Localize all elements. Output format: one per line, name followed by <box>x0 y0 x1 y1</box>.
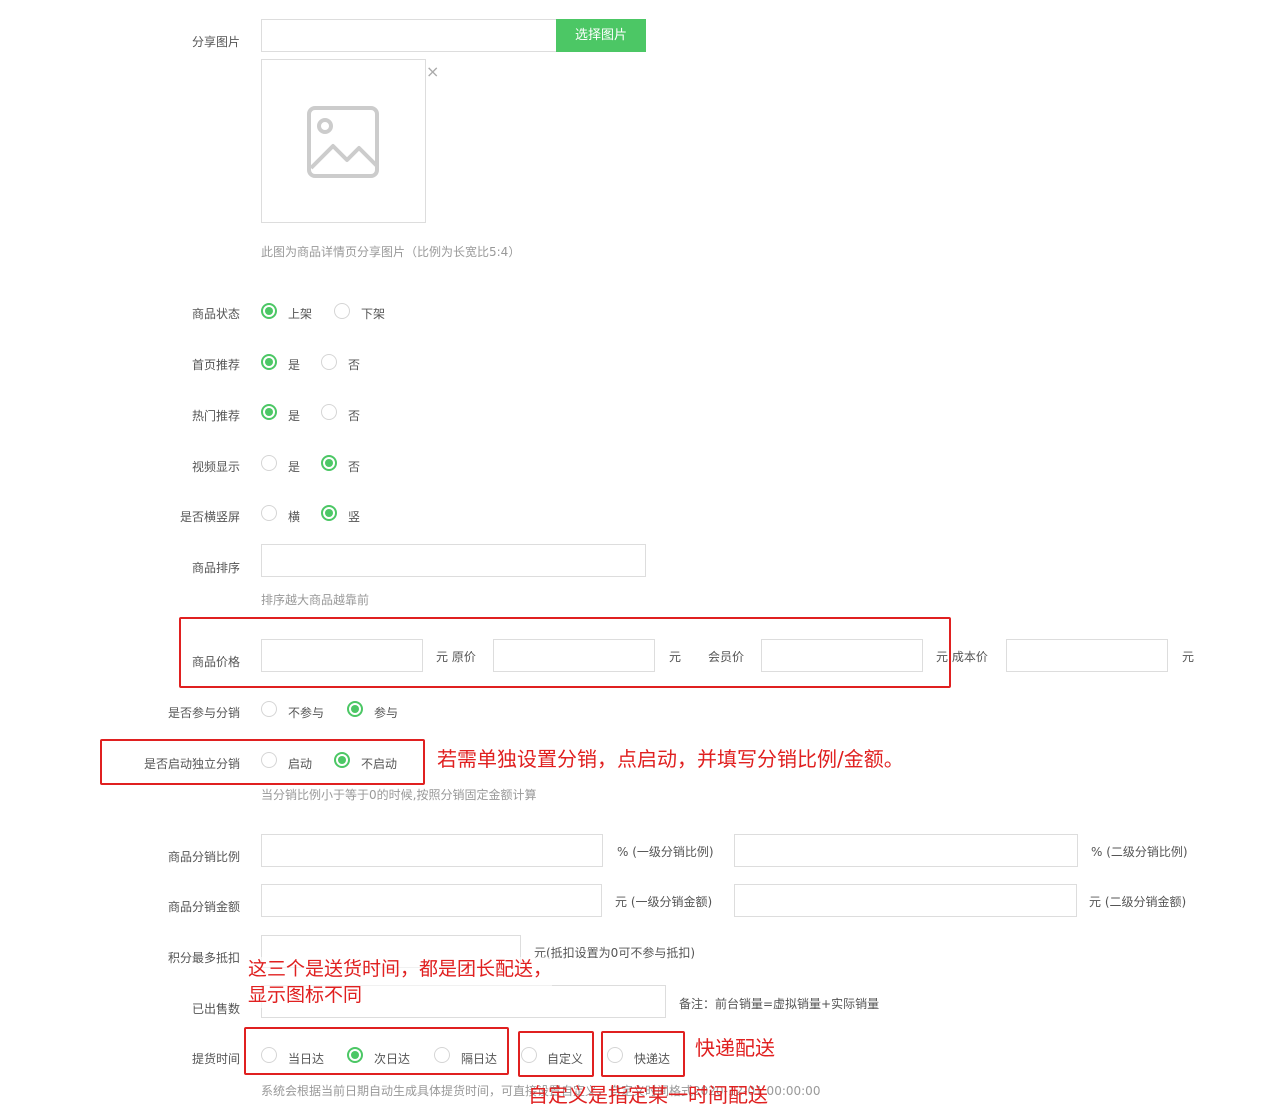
home-rec-opt2: 否 <box>348 358 361 372</box>
dist-amount-unit2: 元 (二级分销金额) <box>1089 895 1187 909</box>
status-opt2: 下架 <box>361 307 386 321</box>
dist-indep-label: 是否启动独立分销 <box>143 757 240 771</box>
dist-amount-unit1: 元 (一级分销金额) <box>615 895 713 909</box>
select-image-button[interactable]: 选择图片 <box>556 19 646 52</box>
dist-indep-radio-on[interactable] <box>261 752 277 768</box>
dist-ratio-1-input[interactable] <box>261 834 603 867</box>
sort-label: 商品排序 <box>191 561 240 575</box>
price-input[interactable] <box>261 639 423 672</box>
dist-ratio-label: 商品分销比例 <box>167 850 240 864</box>
annotation-delivery-line1: 这三个是送货时间，都是团长配送， <box>248 958 553 980</box>
dist-amount-label: 商品分销金额 <box>167 900 240 914</box>
pickup-opt1: 当日达 <box>288 1052 325 1066</box>
video-opt1: 是 <box>288 460 301 474</box>
dist-indep-hint: 当分销比例小于等于0的时候,按照分销固定金额计算 <box>261 788 537 802</box>
remove-image-icon[interactable]: × <box>426 62 439 81</box>
dist-indep-opt1: 启动 <box>288 757 313 771</box>
pickup-opt2: 次日达 <box>374 1052 411 1066</box>
share-image-path-input[interactable] <box>261 19 557 52</box>
video-radio-no[interactable] <box>321 455 337 471</box>
share-image-label: 分享图片 <box>191 35 240 49</box>
dist-join-label: 是否参与分销 <box>167 706 240 720</box>
hot-rec-radio-yes[interactable] <box>261 404 277 420</box>
annotation-delivery: 这三个是送货时间，都是团长配送， 显示图标不同 <box>248 957 553 1009</box>
hot-rec-opt2: 否 <box>348 409 361 423</box>
pickup-opt5: 快递达 <box>634 1052 671 1066</box>
status-radio-off[interactable] <box>334 303 350 319</box>
pickup-opt3: 隔日达 <box>461 1052 498 1066</box>
dist-join-opt1: 不参与 <box>288 706 325 720</box>
status-opt1: 上架 <box>288 307 313 321</box>
home-rec-opt1: 是 <box>288 358 301 372</box>
annotation-custom: 自定义是指定某一时间配送 <box>528 1083 768 1107</box>
dist-indep-radio-off[interactable] <box>334 752 350 768</box>
pickup-radio-custom[interactable] <box>521 1047 537 1063</box>
points-label: 积分最多抵扣 <box>167 951 240 965</box>
home-rec-radio-yes[interactable] <box>261 354 277 370</box>
price-unit4: 元 <box>1182 650 1195 664</box>
home-rec-radio-no[interactable] <box>321 354 337 370</box>
pickup-radio-next-day[interactable] <box>347 1047 363 1063</box>
annotation-express: 快递配送 <box>695 1036 775 1060</box>
dist-amount-1-input[interactable] <box>261 884 602 917</box>
cost-price-input[interactable] <box>1006 639 1168 672</box>
orient-radio-h[interactable] <box>261 505 277 521</box>
annotation-delivery-line2: 显示图标不同 <box>248 983 363 1006</box>
sort-input[interactable] <box>261 544 646 577</box>
price-unit1: 元 原价 <box>436 650 476 664</box>
video-radio-yes[interactable] <box>261 455 277 471</box>
dist-amount-2-input[interactable] <box>734 884 1077 917</box>
pickup-radio-day-after[interactable] <box>434 1047 450 1063</box>
video-label: 视频显示 <box>191 460 240 474</box>
orient-label: 是否横竖屏 <box>179 510 240 524</box>
pickup-radio-express[interactable] <box>607 1047 623 1063</box>
dist-join-radio-no[interactable] <box>261 701 277 717</box>
original-price-input[interactable] <box>493 639 655 672</box>
pickup-radio-same-day[interactable] <box>261 1047 277 1063</box>
image-placeholder-icon <box>307 106 379 178</box>
hot-rec-radio-no[interactable] <box>321 404 337 420</box>
sort-hint: 排序越大商品越靠前 <box>261 593 370 607</box>
video-opt2: 否 <box>348 460 361 474</box>
sold-note: 备注：前台销量=虚拟销量+实际销量 <box>679 997 880 1011</box>
share-image-hint: 此图为商品详情页分享图片（比例为长宽比5:4） <box>261 245 521 259</box>
price-unit3: 元 成本价 <box>936 650 988 664</box>
price-unit2: 元 <box>669 650 682 664</box>
dist-ratio-unit1: % (一级分销比例) <box>617 845 714 859</box>
image-placeholder[interactable] <box>261 59 426 223</box>
dist-join-radio-yes[interactable] <box>347 701 363 717</box>
hot-rec-opt1: 是 <box>288 409 301 423</box>
annotation-dist: 若需单独设置分销，点启动，并填写分销比例/金额。 <box>437 747 904 771</box>
pickup-label: 提货时间 <box>191 1052 240 1066</box>
points-unit: 元(抵扣设置为0可不参与抵扣) <box>534 946 695 960</box>
orient-opt1: 横 <box>288 510 301 524</box>
status-radio-on[interactable] <box>261 303 277 319</box>
dist-ratio-unit2: % (二级分销比例) <box>1091 845 1188 859</box>
orient-radio-v[interactable] <box>321 505 337 521</box>
status-label: 商品状态 <box>191 307 240 321</box>
dist-indep-opt2: 不启动 <box>361 757 398 771</box>
pickup-opt4: 自定义 <box>547 1052 584 1066</box>
member-price-input[interactable] <box>761 639 923 672</box>
member-price-label: 会员价 <box>708 650 745 664</box>
hot-rec-label: 热门推荐 <box>191 409 240 423</box>
home-rec-label: 首页推荐 <box>191 358 240 372</box>
dist-ratio-2-input[interactable] <box>734 834 1078 867</box>
price-label: 商品价格 <box>191 655 240 669</box>
sold-label: 已出售数 <box>191 1002 240 1016</box>
dist-join-opt2: 参与 <box>374 706 399 720</box>
orient-opt2: 竖 <box>348 510 361 524</box>
